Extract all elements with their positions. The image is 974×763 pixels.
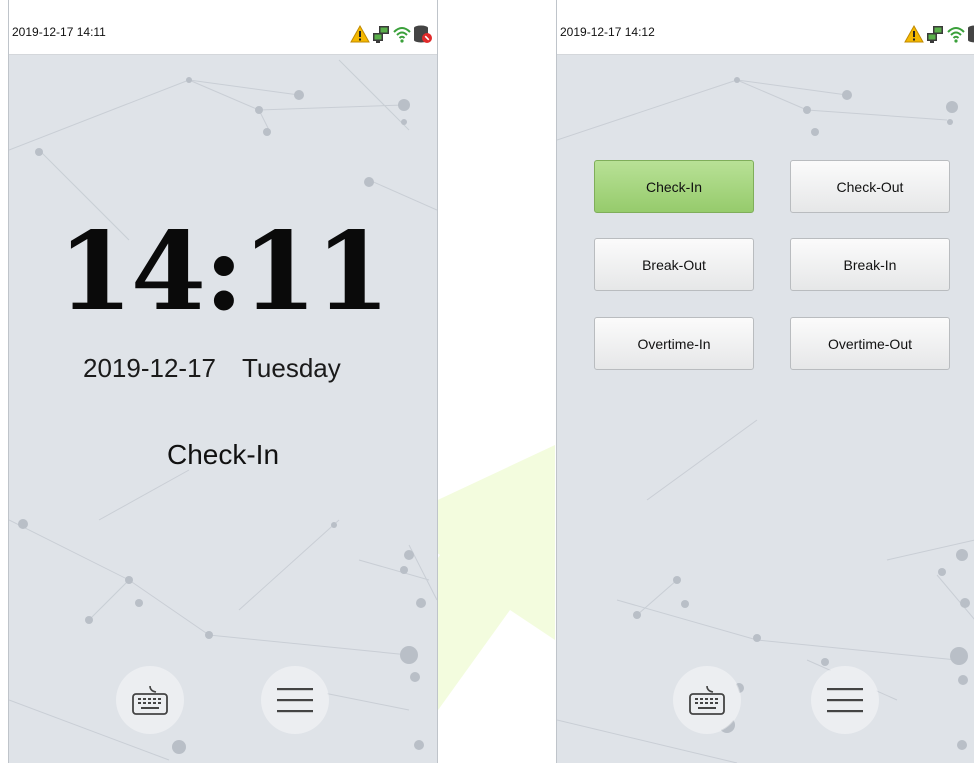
status-icons xyxy=(904,24,974,44)
keyboard-icon xyxy=(689,685,725,715)
clock-time: 14:11 xyxy=(57,209,390,335)
state-button-overtime-out[interactable]: Overtime-Out xyxy=(790,317,950,370)
date-line: 2019-12-17 Tuesday xyxy=(83,352,341,384)
current-date: 2019-12-17 xyxy=(83,353,216,383)
state-button-break-out[interactable]: Break-Out xyxy=(594,238,754,291)
warning-icon xyxy=(904,24,924,43)
keyboard-icon xyxy=(132,685,168,715)
status-time: 2019-12-17 14:11 xyxy=(12,25,106,39)
state-button-break-in[interactable]: Break-In xyxy=(790,238,950,291)
attendance-state-label[interactable]: Check-In xyxy=(9,438,437,472)
background-network-pattern xyxy=(557,77,974,763)
network-icon xyxy=(927,26,943,43)
menu-icon xyxy=(277,688,313,713)
network-icon xyxy=(373,26,389,43)
warning-icon xyxy=(350,24,370,43)
state-button-overtime-in[interactable]: Overtime-In xyxy=(594,317,754,370)
keyboard-button[interactable] xyxy=(117,667,183,733)
state-button-check-out[interactable]: Check-Out xyxy=(790,160,950,213)
menu-button[interactable] xyxy=(812,667,878,733)
status-time: 2019-12-17 14:12 xyxy=(560,25,655,39)
keyboard-button[interactable] xyxy=(674,667,740,733)
state-selection-screen: 2019-12-17 14:12 Check-In Check-Out Brea… xyxy=(556,0,974,763)
main-clock-screen: 2019-12-17 14:11 14:11 2019-12-17 Tuesda… xyxy=(8,0,438,763)
status-bar: 2019-12-17 14:11 xyxy=(9,0,437,55)
status-bar: 2019-12-17 14:12 xyxy=(557,0,974,55)
state-button-check-in[interactable]: Check-In xyxy=(594,160,754,213)
database-error-icon xyxy=(968,25,974,43)
wifi-icon xyxy=(393,27,411,43)
menu-button[interactable] xyxy=(262,667,328,733)
current-weekday: Tuesday xyxy=(242,353,341,383)
wifi-icon xyxy=(947,27,965,43)
status-icons xyxy=(350,24,433,44)
database-error-icon xyxy=(414,25,432,43)
menu-icon xyxy=(827,688,863,713)
